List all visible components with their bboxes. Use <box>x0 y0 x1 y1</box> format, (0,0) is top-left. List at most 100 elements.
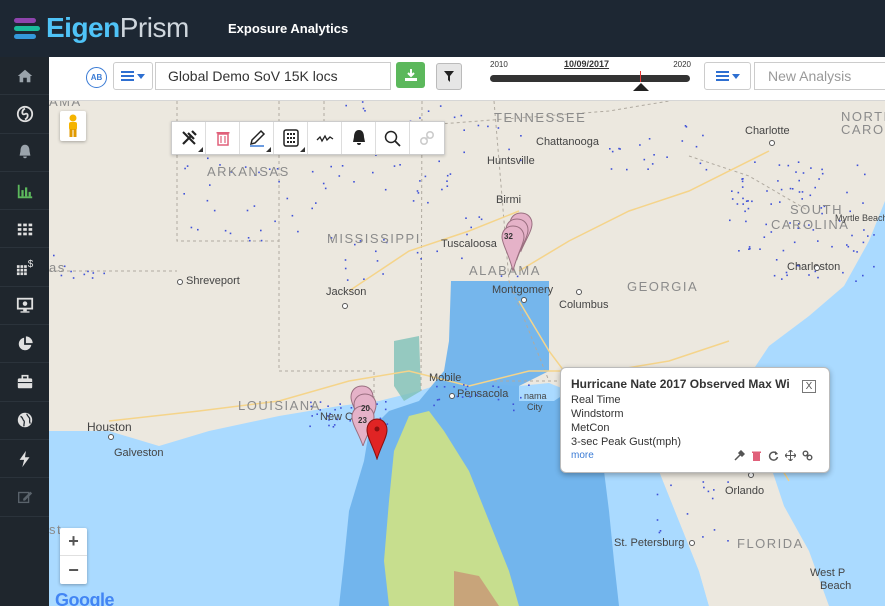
sidebar-item-home[interactable] <box>0 57 49 96</box>
exposure-point <box>207 157 209 160</box>
refresh-icon[interactable] <box>768 450 779 461</box>
city-label-montgomery: Montgomery <box>492 284 554 296</box>
sidebar-item-bar-chart[interactable] <box>0 172 49 211</box>
sidebar-item-pie-chart[interactable] <box>0 325 49 364</box>
pencil-icon <box>249 129 265 147</box>
sidebar-item-alerts[interactable] <box>0 134 49 172</box>
street-view-pegman[interactable] <box>60 111 86 141</box>
filter-button[interactable] <box>436 63 462 90</box>
exposure-point <box>297 230 299 233</box>
selected-location-marker[interactable] <box>366 418 388 465</box>
exposure-point <box>53 254 55 257</box>
exposure-point <box>855 280 857 282</box>
exposure-point <box>330 165 332 168</box>
analysis-list-dropdown-button[interactable] <box>704 62 751 90</box>
popup-close-button[interactable]: X <box>802 380 816 393</box>
exposure-point <box>867 235 869 237</box>
exposure-point <box>441 188 443 191</box>
timeline-track[interactable] <box>490 75 690 82</box>
ab-toggle-icon[interactable]: AB <box>86 67 107 88</box>
exposure-point <box>183 193 185 195</box>
sov-list-dropdown-button[interactable] <box>113 62 153 90</box>
exposure-point <box>773 274 776 277</box>
sidebar: $ <box>0 57 49 606</box>
bolt-icon <box>19 450 29 467</box>
analysis-name-input[interactable]: New Analysis <box>754 62 885 90</box>
exposure-point <box>438 398 441 401</box>
exposure-point <box>416 251 419 254</box>
city-dot-jackson <box>342 303 348 309</box>
sidebar-item-grid-dollar[interactable]: $ <box>0 248 49 287</box>
link-button[interactable] <box>410 122 444 154</box>
delete-shape-button[interactable] <box>206 122 240 154</box>
download-icon <box>404 69 417 81</box>
map-pin-icon <box>501 212 533 272</box>
exposure-point <box>417 192 420 194</box>
exposure-point <box>520 135 522 137</box>
exposure-point <box>328 424 330 427</box>
exposure-point <box>512 403 515 405</box>
sidebar-item-monitor[interactable] <box>0 287 49 326</box>
exposure-point <box>777 180 779 182</box>
sidebar-item-events[interactable] <box>0 440 49 479</box>
city-label-west-palm-1: West P <box>810 567 846 579</box>
timeline-slider[interactable]: 2010 10/09/2017 2020 <box>487 59 693 97</box>
draw-button[interactable] <box>240 122 274 154</box>
tools-button[interactable] <box>172 122 206 154</box>
popup-actions <box>734 450 813 461</box>
move-icon[interactable] <box>785 450 796 461</box>
exposure-point <box>327 405 329 407</box>
exposure-point <box>339 403 341 405</box>
sidebar-item-hurricane[interactable] <box>0 95 49 134</box>
logo[interactable]: EigenPrism <box>14 12 189 44</box>
location-cluster-alabama[interactable]: 32 <box>501 211 537 278</box>
exposure-point <box>453 116 456 119</box>
exposure-point <box>863 229 865 231</box>
link-icon <box>419 130 435 146</box>
sidebar-item-portfolio[interactable] <box>0 363 49 402</box>
exposure-point <box>779 201 781 203</box>
zoom-out-button[interactable]: − <box>60 556 87 584</box>
zoom-control: + − <box>60 528 87 584</box>
exposure-point <box>747 207 750 210</box>
trash-icon[interactable] <box>751 450 762 461</box>
exposure-point <box>311 207 313 210</box>
exposure-point <box>260 239 263 242</box>
exposure-point <box>821 168 823 171</box>
city-dot-pensacola <box>449 393 455 399</box>
state-label-texas-edge: as <box>49 260 66 275</box>
sidebar-item-globe[interactable] <box>0 402 49 440</box>
exposure-point <box>798 179 800 182</box>
exposure-point <box>862 241 865 244</box>
line-chart-button[interactable] <box>308 122 342 154</box>
alerts-button[interactable] <box>342 122 376 154</box>
zoom-in-button[interactable]: + <box>60 528 87 556</box>
timeline-start-label: 2010 <box>490 60 508 69</box>
map-view[interactable]: AMA TENNESSEE NORTH CAROLINA ARKANSAS SO… <box>49 101 885 606</box>
timeline-end-label: 2020 <box>673 60 691 69</box>
sidebar-item-edit[interactable] <box>0 478 49 517</box>
exposure-point <box>727 481 729 483</box>
search-button[interactable] <box>376 122 410 154</box>
sidebar-item-grid[interactable] <box>0 210 49 249</box>
timeline-current-date[interactable]: 10/09/2017 <box>564 59 609 69</box>
download-button[interactable] <box>396 62 425 88</box>
exposure-point <box>705 168 708 171</box>
exposure-point <box>856 251 858 253</box>
sov-name-field[interactable]: Global Demo SoV 15K locs <box>155 62 391 90</box>
city-label-charlotte: Charlotte <box>745 125 790 137</box>
exposure-point <box>344 259 347 261</box>
exposure-point <box>802 172 805 174</box>
link-icon[interactable] <box>802 450 813 461</box>
timeline-handle[interactable] <box>633 83 649 91</box>
exposure-point <box>647 168 649 170</box>
exposure-point <box>224 229 227 232</box>
exposure-point <box>420 258 422 260</box>
exposure-point <box>209 184 211 186</box>
exposure-point <box>260 229 262 232</box>
exposure-point <box>206 199 209 202</box>
exposure-point <box>808 274 810 276</box>
eyedropper-icon[interactable] <box>734 450 745 461</box>
exposure-point <box>346 279 349 281</box>
calculator-button[interactable] <box>274 122 308 154</box>
